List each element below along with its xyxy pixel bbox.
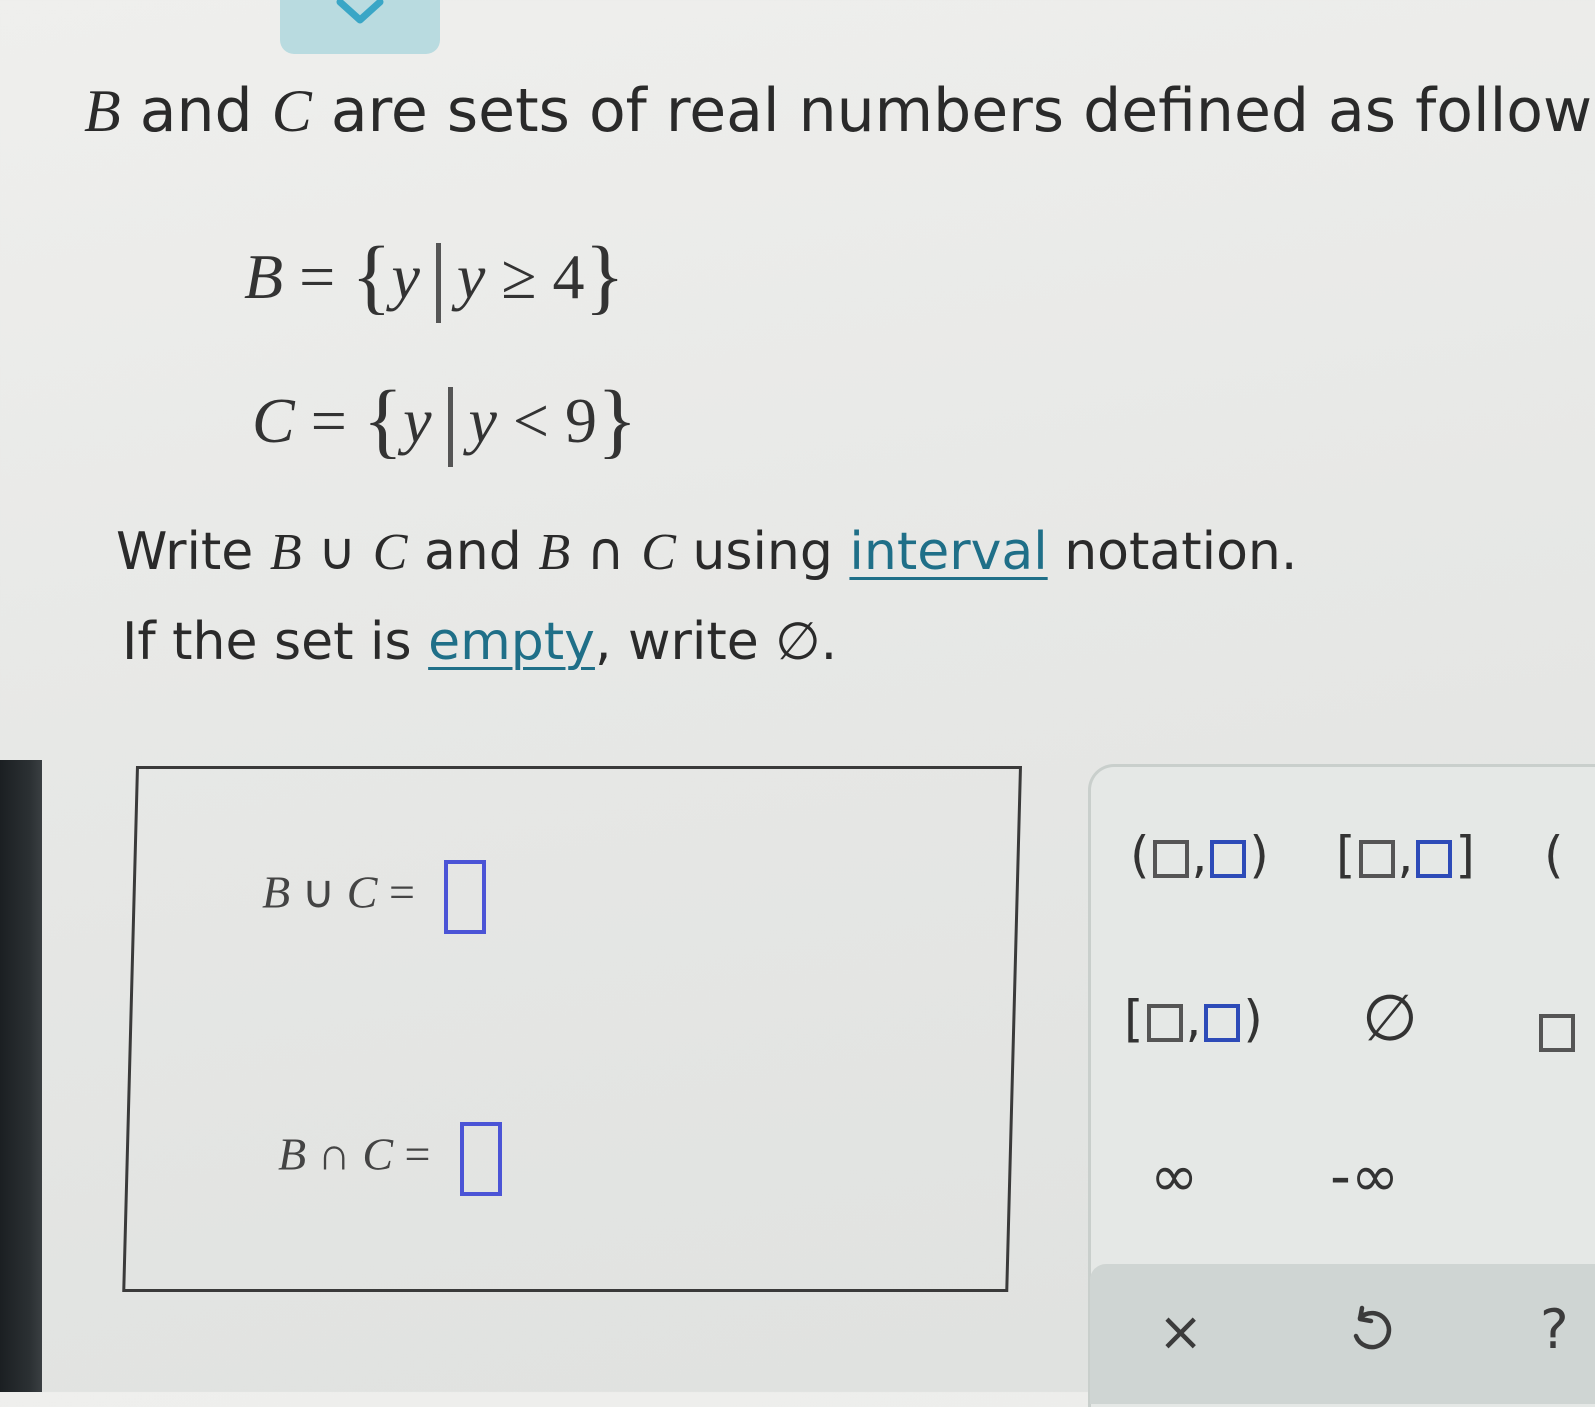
set-b-var: y bbox=[391, 241, 420, 312]
notation-word: notation. bbox=[1064, 522, 1298, 582]
set-b-divider bbox=[435, 243, 441, 324]
comma: , bbox=[1397, 826, 1414, 884]
using-word: using bbox=[692, 522, 833, 582]
set-c-rbrace: } bbox=[597, 374, 638, 467]
open-closed-interval-button[interactable]: ( bbox=[1544, 826, 1564, 884]
chevron-down-icon bbox=[336, 0, 384, 24]
set-c-cond-var: y bbox=[468, 385, 497, 456]
collapse-tab[interactable] bbox=[280, 0, 440, 54]
intersect-label-c: C bbox=[362, 1128, 394, 1180]
write-word: Write bbox=[116, 522, 254, 582]
union-label-eq: = bbox=[388, 866, 415, 918]
placeholder-square-icon bbox=[1416, 839, 1453, 878]
intro-text: are sets of real numbers defined as foll… bbox=[330, 76, 1595, 146]
set-b-rbrace: } bbox=[584, 230, 625, 323]
union-answer-row: B ∪ C = bbox=[262, 860, 487, 934]
union-symbol: ∪ bbox=[318, 522, 357, 582]
intersect-answer-row: B ∩ C = bbox=[278, 1122, 502, 1196]
closed-closed-interval-button[interactable]: [,] bbox=[1336, 826, 1475, 884]
set-b-lbrace: { bbox=[351, 230, 392, 323]
paren-left: ( bbox=[1130, 826, 1150, 884]
help-icon: ? bbox=[1540, 1298, 1569, 1361]
undo-button[interactable] bbox=[1346, 1302, 1394, 1367]
intersect-label-eq: = bbox=[404, 1128, 431, 1180]
set-c-lbrace: { bbox=[362, 374, 404, 467]
instr-and: and bbox=[423, 522, 522, 582]
var-b: B bbox=[84, 78, 121, 144]
comma: , bbox=[1185, 990, 1202, 1048]
close-icon: × bbox=[1158, 1300, 1204, 1363]
set-c-definition: C = {y y < 9} bbox=[252, 372, 637, 469]
undo-icon bbox=[1353, 1305, 1392, 1350]
comma: , bbox=[1191, 826, 1208, 884]
empty-set-button[interactable]: ∅ bbox=[1362, 982, 1418, 1056]
set-c-eq: = bbox=[310, 385, 347, 456]
problem-intro: B and C are sets of real numbers defined… bbox=[84, 76, 1595, 146]
union-label-b: B bbox=[262, 866, 291, 918]
set-b-lhs: B bbox=[244, 241, 284, 312]
neg-infinity-symbol: -∞ bbox=[1330, 1142, 1400, 1210]
intersect-label-op: ∩ bbox=[317, 1128, 351, 1180]
answer-box bbox=[122, 766, 1023, 1292]
intersect-label-b: B bbox=[278, 1128, 307, 1180]
instr-var-b: B bbox=[269, 524, 302, 581]
negative-infinity-button[interactable]: -∞ bbox=[1330, 1142, 1399, 1210]
clear-button[interactable]: × bbox=[1158, 1300, 1203, 1363]
empty-suffix: , write ∅. bbox=[594, 612, 838, 672]
placeholder-square-icon bbox=[1146, 1003, 1183, 1042]
set-b-definition: B = {y y ≥ 4} bbox=[244, 228, 625, 325]
help-button[interactable]: ? bbox=[1540, 1298, 1569, 1361]
instr-var-b-2: B bbox=[538, 524, 571, 581]
instruction-line-1: Write B ∪ C and B ∩ C using interval not… bbox=[116, 522, 1297, 582]
set-c-lhs: C bbox=[252, 385, 295, 456]
set-c-value: 9 bbox=[565, 385, 598, 456]
and-word: and bbox=[139, 76, 253, 146]
infinity-button[interactable]: ∞ bbox=[1150, 1142, 1198, 1210]
bracket-left: [ bbox=[1336, 826, 1356, 884]
empty-set-symbol: ∅ bbox=[1362, 982, 1418, 1056]
set-b-eq: = bbox=[299, 241, 336, 312]
placeholder-square-icon bbox=[1210, 839, 1247, 878]
set-b-value: 4 bbox=[552, 241, 585, 312]
instr-var-c: C bbox=[372, 524, 408, 581]
intersect-symbol: ∩ bbox=[586, 522, 625, 582]
paren-right: ) bbox=[1249, 826, 1269, 884]
paren-right: ) bbox=[1243, 990, 1263, 1048]
set-c-divider bbox=[447, 387, 453, 468]
infinity-symbol: ∞ bbox=[1150, 1142, 1199, 1210]
set-b-op: ≥ bbox=[501, 241, 537, 312]
empty-prefix: If the set is bbox=[122, 612, 412, 672]
union-label-c: C bbox=[346, 866, 378, 918]
var-c: C bbox=[271, 78, 312, 144]
set-c-var: y bbox=[403, 385, 432, 456]
instruction-line-2: If the set is empty, write ∅. bbox=[122, 612, 837, 672]
set-b-cond-var: y bbox=[456, 241, 486, 312]
closed-open-interval-button[interactable]: [,) bbox=[1124, 990, 1263, 1048]
placeholder-square-icon bbox=[1152, 839, 1189, 878]
instr-var-c-2: C bbox=[641, 524, 676, 581]
bracket-left: [ bbox=[1124, 990, 1144, 1048]
set-c-op: < bbox=[512, 385, 550, 456]
placeholder-square-icon bbox=[1539, 1013, 1575, 1052]
interval-link[interactable]: interval bbox=[849, 522, 1047, 582]
empty-link[interactable]: empty bbox=[428, 612, 595, 672]
bracket-right: ] bbox=[1455, 826, 1475, 884]
intersect-answer-input[interactable] bbox=[459, 1122, 502, 1196]
placeholder-square-icon bbox=[1358, 839, 1395, 878]
placeholder-square-icon bbox=[1204, 1003, 1241, 1042]
union-answer-input[interactable] bbox=[444, 860, 487, 934]
paren-left: ( bbox=[1544, 826, 1564, 884]
cut-off-key[interactable] bbox=[1536, 1000, 1578, 1058]
monitor-bezel bbox=[0, 760, 42, 1392]
union-label-op: ∪ bbox=[301, 866, 336, 918]
open-open-interval-button[interactable]: (,) bbox=[1130, 826, 1269, 884]
